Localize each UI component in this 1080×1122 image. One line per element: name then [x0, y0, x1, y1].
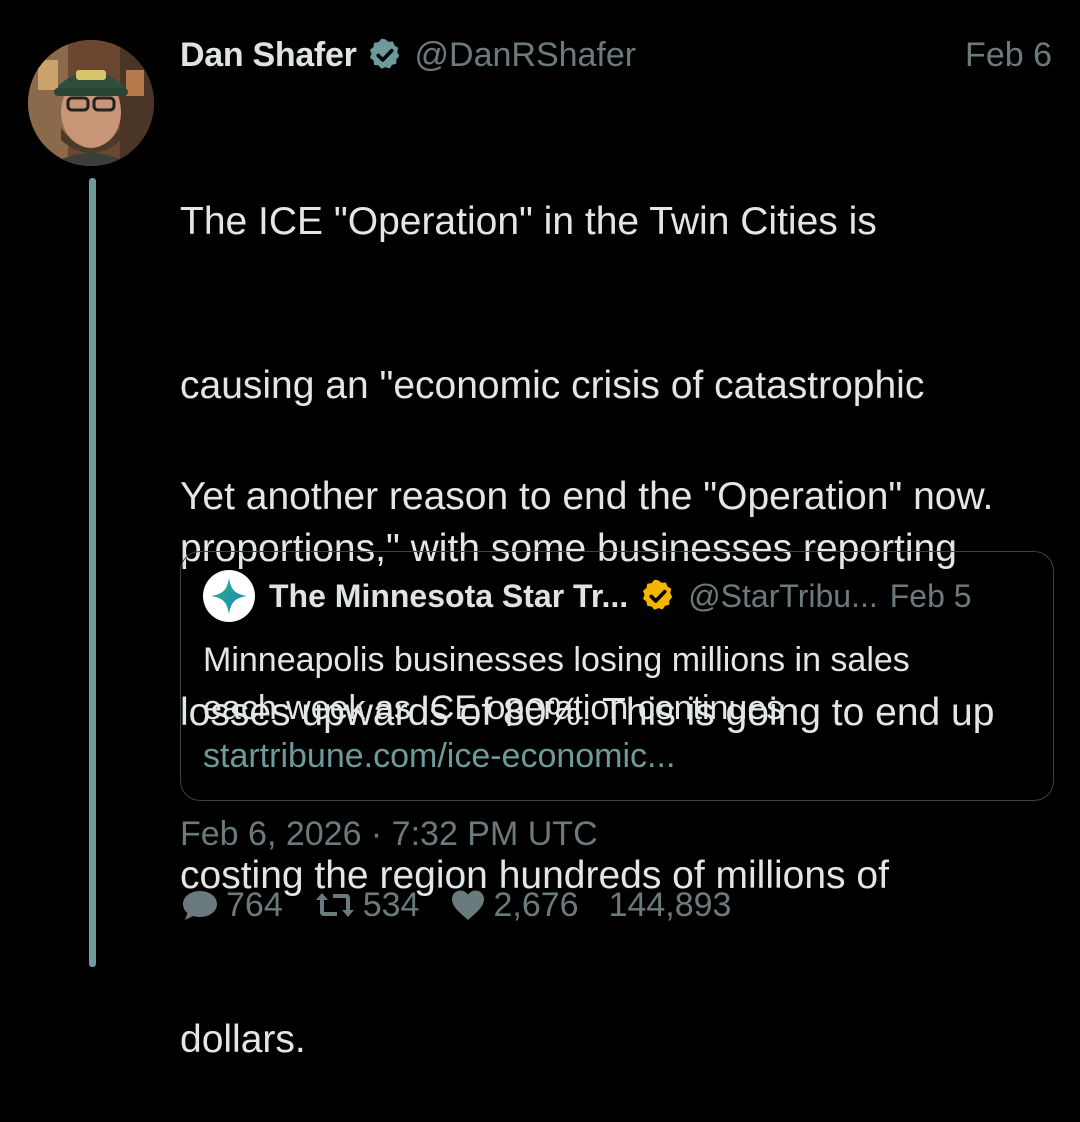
star-tribune-logo-icon[interactable]	[203, 570, 255, 622]
verified-badge-icon	[640, 578, 676, 614]
post-stats-bar: 764 534 2,676 144,893	[180, 880, 761, 930]
quoted-text-line: each week as ICE operation continues	[203, 689, 784, 727]
quoted-post-body: Minneapolis businesses losing millions i…	[203, 636, 1033, 780]
post-timestamp[interactable]: Feb 6, 2026 · 7:32 PM UTC	[180, 815, 598, 854]
comment-icon	[183, 891, 217, 920]
reply-count: 764	[226, 885, 283, 924]
like-count: 2,676	[493, 885, 579, 924]
heart-icon	[452, 890, 485, 920]
author-handle[interactable]: @DanRShafer	[415, 36, 637, 75]
article-link[interactable]: startribune.com/ice-economic...	[203, 732, 1033, 780]
author-name[interactable]: Dan Shafer	[180, 36, 357, 75]
like-stat[interactable]: 2,676	[449, 885, 579, 925]
quoted-text-line: Minneapolis businesses losing millions i…	[203, 641, 910, 679]
retweet-count: 534	[362, 885, 420, 924]
post-header: Dan Shafer @DanRShafer Feb 6	[180, 30, 1052, 80]
avatar[interactable]	[28, 40, 154, 166]
views-stat: 144,893	[609, 886, 732, 925]
quoted-post-date[interactable]: Feb 5	[890, 578, 972, 615]
retweet-stat[interactable]: 534	[313, 885, 420, 925]
post-date[interactable]: Feb 6	[965, 36, 1052, 75]
verified-badge-icon	[367, 37, 403, 73]
body-line: The ICE "Operation" in the Twin Cities i…	[180, 200, 877, 243]
body-line: causing an "economic crisis of catastrop…	[180, 363, 925, 407]
thread-line	[89, 178, 96, 967]
retweet-icon	[315, 893, 354, 917]
quoted-post-header: The Minnesota Star Tr... @StarTribu... F…	[203, 570, 1033, 622]
post-body-paragraph-2: Yet another reason to end the "Operation…	[180, 475, 994, 518]
reply-stat[interactable]: 764	[180, 886, 283, 925]
views-count: 144,893	[608, 885, 732, 924]
quoted-author-handle[interactable]: @StarTribu...	[688, 578, 878, 615]
body-line: dollars.	[180, 1017, 306, 1061]
quoted-post[interactable]: The Minnesota Star Tr... @StarTribu... F…	[180, 551, 1054, 801]
quoted-author-name[interactable]: The Minnesota Star Tr...	[269, 578, 628, 615]
